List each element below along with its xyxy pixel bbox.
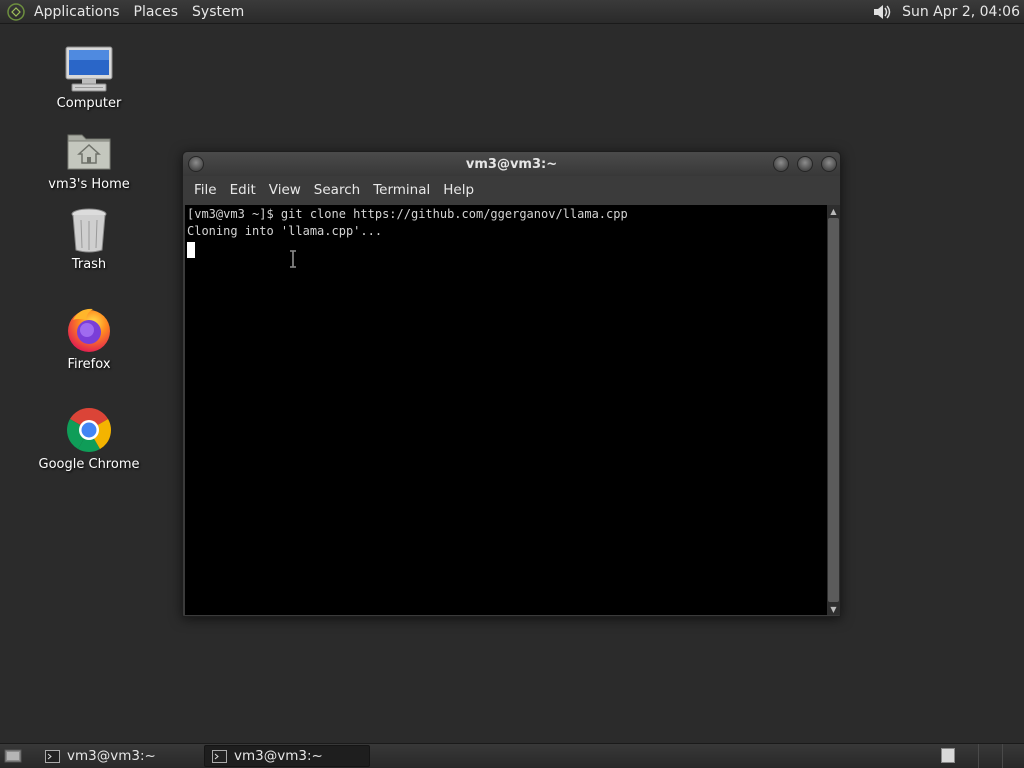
desktop-icon-label: Computer xyxy=(56,96,122,111)
desktop-icon-firefox[interactable]: Firefox xyxy=(34,305,144,372)
close-button[interactable] xyxy=(821,156,837,172)
task-label: vm3@vm3:~ xyxy=(234,748,323,764)
terminal-window: vm3@vm3:~ File Edit View Search Terminal… xyxy=(182,151,841,617)
window-menu-button[interactable] xyxy=(188,156,204,172)
panel-tray: Sun Apr 2, 04:06 xyxy=(870,1,1024,23)
menu-search[interactable]: Search xyxy=(314,182,360,198)
desktop-icon-home[interactable]: vm3's Home xyxy=(34,125,144,192)
show-desktop-icon[interactable] xyxy=(2,746,24,766)
window-title: vm3@vm3:~ xyxy=(465,156,558,172)
desktop-icon-label: vm3's Home xyxy=(48,177,130,192)
system-menu[interactable]: System xyxy=(192,4,244,20)
scrollbar-thumb[interactable] xyxy=(828,218,839,602)
clock[interactable]: Sun Apr 2, 04:06 xyxy=(902,4,1020,20)
terminal-cursor xyxy=(187,242,195,258)
firefox-icon xyxy=(64,305,114,355)
terminal-menubar: File Edit View Search Terminal Help xyxy=(183,176,840,204)
menu-edit[interactable]: Edit xyxy=(230,182,256,198)
computer-icon xyxy=(64,44,114,94)
maximize-button[interactable] xyxy=(797,156,813,172)
terminal-icon xyxy=(44,749,60,763)
taskbar-button-terminal[interactable]: vm3@vm3:~ xyxy=(38,745,198,767)
chrome-icon xyxy=(64,405,114,455)
desktop-icon-label: Google Chrome xyxy=(38,457,140,472)
trash-icon xyxy=(64,205,114,255)
workspace-divider xyxy=(1002,744,1003,768)
desktop-icon-computer[interactable]: Computer xyxy=(34,44,144,111)
terminal-line: [vm3@vm3 ~]$ git clone https://github.co… xyxy=(187,207,628,221)
workspace-divider xyxy=(978,744,979,768)
volume-icon[interactable] xyxy=(870,1,894,23)
terminal-icon xyxy=(211,749,227,763)
text-cursor-ibeam-icon xyxy=(288,250,298,268)
scroll-down-arrow-icon[interactable]: ▼ xyxy=(827,603,840,615)
distro-logo-icon[interactable] xyxy=(5,1,27,23)
terminal-line: Cloning into 'llama.cpp'... xyxy=(187,224,383,238)
menu-help[interactable]: Help xyxy=(443,182,474,198)
menu-terminal[interactable]: Terminal xyxy=(373,182,430,198)
window-titlebar[interactable]: vm3@vm3:~ xyxy=(183,152,840,176)
top-panel: Applications Places System Sun Apr 2, 04… xyxy=(0,0,1024,24)
minimize-button[interactable] xyxy=(773,156,789,172)
taskbar-button-terminal-active[interactable]: vm3@vm3:~ xyxy=(204,745,370,767)
places-menu[interactable]: Places xyxy=(134,4,179,20)
desktop-icon-chrome[interactable]: Google Chrome xyxy=(34,405,144,472)
desktop-icon-trash[interactable]: Trash xyxy=(34,205,144,272)
task-label: vm3@vm3:~ xyxy=(67,748,156,764)
desktop-icon-label: Trash xyxy=(71,257,107,272)
terminal-output[interactable]: [vm3@vm3 ~]$ git clone https://github.co… xyxy=(185,205,827,615)
desktop-icon-label: Firefox xyxy=(67,357,111,372)
vertical-scrollbar[interactable]: ▲ ▼ xyxy=(827,205,840,615)
home-folder-icon xyxy=(64,125,114,175)
bottom-panel: vm3@vm3:~ vm3@vm3:~ xyxy=(0,743,1024,768)
scroll-up-arrow-icon[interactable]: ▲ xyxy=(827,205,840,217)
menu-file[interactable]: File xyxy=(194,182,217,198)
applications-menu[interactable]: Applications xyxy=(34,4,120,20)
menu-view[interactable]: View xyxy=(269,182,301,198)
workspace-switcher-1[interactable] xyxy=(941,748,955,763)
